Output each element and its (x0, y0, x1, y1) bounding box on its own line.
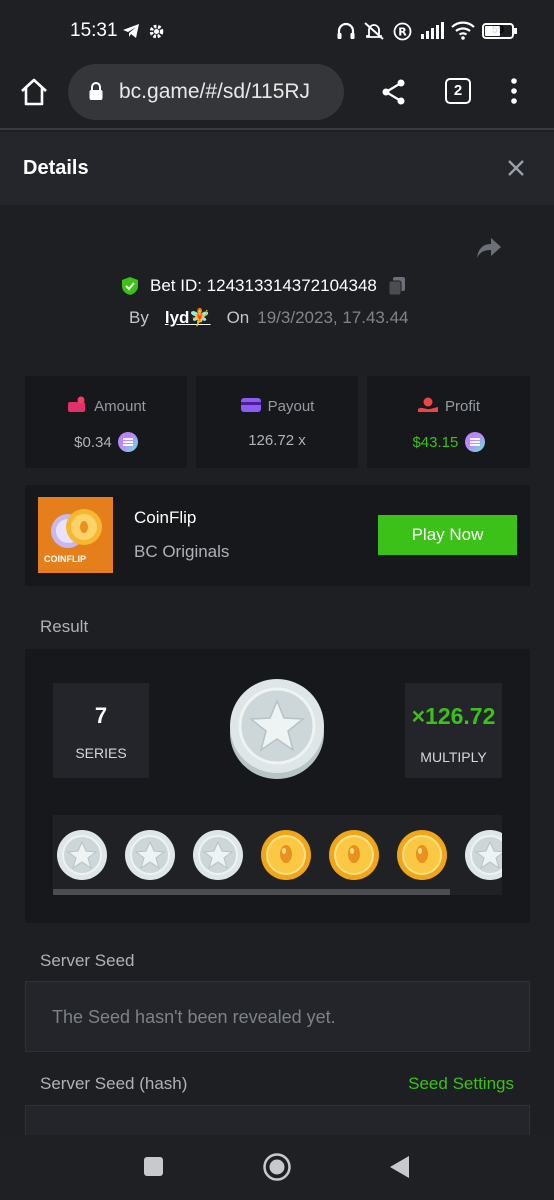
server-seed-hash-field (25, 1105, 530, 1135)
home-icon[interactable] (18, 76, 50, 108)
amount-icon (68, 396, 86, 412)
url-text: bc.game/#/sd/115RJ (119, 80, 311, 103)
back-nav-button[interactable] (389, 1155, 411, 1179)
modal-title: Details (23, 157, 89, 179)
battery-level: 59 (491, 24, 505, 36)
profit-label: Profit (444, 398, 480, 415)
svg-text:R: R (398, 26, 407, 39)
multiply-label: MULTIPLY (420, 749, 487, 765)
sol-coin-icon (464, 432, 485, 452)
sol-coin-icon (117, 432, 138, 452)
lock-icon (89, 82, 103, 100)
payout-label: Payout (267, 398, 315, 415)
profit-value-row: $43.15 (367, 432, 530, 452)
browser-toolbar: bc.game/#/sd/115RJ 2 (0, 62, 554, 130)
registered-icon: R (393, 22, 412, 41)
more-vert-icon[interactable] (504, 76, 524, 106)
payout-label-row: Payout (196, 396, 358, 415)
payout-card: Payout 126.72 x (196, 376, 358, 468)
tab-switcher-button[interactable]: 2 (445, 78, 471, 104)
series-value: 7 (94, 703, 108, 728)
status-bar: 15:31 R 59 (0, 0, 554, 62)
silver-star-coin-icon (125, 830, 175, 880)
game-card: COINFLIP CoinFlip BC Originals Play Now (25, 485, 530, 586)
bet-id-row: Bet ID: 124313314372104348 (120, 275, 407, 297)
series-box: 7 SERIES (53, 683, 149, 778)
game-provider: BC Originals (134, 542, 230, 561)
game-name: CoinFlip (134, 508, 197, 527)
result-label: Result (40, 617, 89, 636)
silver-star-coin-icon (57, 830, 107, 880)
share-arrow-icon[interactable] (475, 236, 503, 260)
recents-button[interactable] (144, 1157, 163, 1176)
amount-value-row: $0.34 (25, 432, 187, 452)
status-time: 15:31 (70, 20, 118, 41)
coin-strip-scrollbar[interactable] (53, 889, 450, 895)
play-now-button[interactable]: Play Now (378, 515, 517, 555)
by-label: By (129, 308, 149, 327)
close-icon[interactable] (505, 157, 527, 179)
share-icon[interactable] (380, 78, 408, 106)
gear-icon (149, 24, 164, 39)
silver-star-coin-icon (465, 830, 502, 880)
profit-label-row: Profit (367, 396, 530, 415)
signal-icon (421, 22, 444, 39)
wifi-icon (451, 21, 475, 40)
headset-icon (337, 22, 355, 39)
amount-label-row: Amount (25, 396, 187, 415)
multiply-value: ×126.72 (411, 703, 496, 729)
gold-coin-icon (261, 830, 311, 880)
copy-icon[interactable] (387, 276, 407, 296)
bet-date: 19/3/2023, 17.43.44 (257, 308, 409, 327)
battery-icon: 59 (482, 23, 517, 39)
silver-star-coin-icon (193, 830, 243, 880)
coin-history-strip[interactable] (53, 815, 502, 895)
multiply-box: ×126.72 MULTIPLY (405, 683, 502, 778)
server-seed-value: The Seed hasn't been revealed yet. (52, 1007, 336, 1027)
gold-coin-icon (397, 830, 447, 880)
address-bar[interactable]: bc.game/#/sd/115RJ (68, 64, 344, 120)
payout-value: 126.72 x (248, 432, 306, 449)
coinflip-thumb-text: COINFLIP (44, 554, 86, 564)
on-label: On (226, 308, 250, 327)
silver-star-coin-icon (230, 679, 324, 779)
telegram-icon (123, 24, 139, 38)
seed-settings-link[interactable]: Seed Settings (408, 1074, 514, 1094)
amount-card: Amount $0.34 (25, 376, 187, 468)
gold-coin-icon (329, 830, 379, 880)
payout-card-icon (240, 398, 261, 412)
amount-label: Amount (94, 398, 146, 415)
home-nav-button[interactable] (262, 1152, 292, 1182)
server-seed-hash-label: Server Seed (hash) (40, 1074, 188, 1093)
profit-icon (417, 397, 438, 412)
verified-shield-icon (122, 277, 138, 295)
profit-card: Profit $43.15 (367, 376, 530, 468)
modal-header: Details (0, 132, 554, 205)
system-nav-bar (0, 1135, 554, 1200)
bet-meta-row: By lyd🧚 On 19/3/2023, 17.43.44 (129, 308, 409, 328)
server-seed-field: The Seed hasn't been revealed yet. (25, 981, 530, 1052)
profit-value: $43.15 (412, 434, 459, 451)
series-label: SERIES (75, 745, 127, 761)
bet-id: Bet ID: 124313314372104348 (150, 276, 377, 295)
mute-bell-icon (364, 22, 384, 40)
user-link[interactable]: lyd🧚 (165, 308, 211, 328)
result-panel: 7 SERIES ×126.72 MULTIPLY (25, 649, 530, 923)
server-seed-label: Server Seed (40, 951, 135, 970)
coinflip-thumbnail[interactable]: COINFLIP (38, 497, 113, 573)
amount-value: $0.34 (74, 434, 112, 451)
